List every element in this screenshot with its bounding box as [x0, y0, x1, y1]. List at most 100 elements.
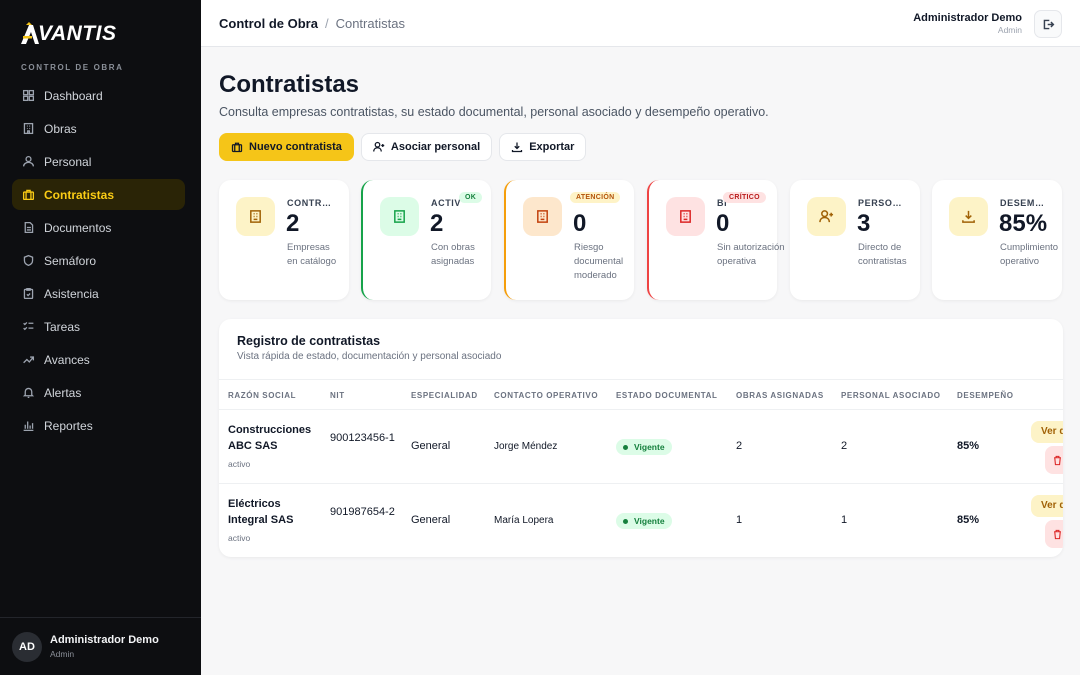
nit-value: 900123456-1 — [330, 432, 395, 444]
doc-state: Vigente — [616, 513, 672, 529]
sidebar-user-role: Admin — [50, 649, 75, 659]
company-name-text: Eléctricos Integral SAS — [228, 498, 294, 526]
nit-value: 901987654-2 — [330, 506, 395, 518]
user-plus-icon — [807, 197, 846, 236]
sidebar-item-tareas[interactable]: Tareas — [12, 311, 185, 342]
delete-button[interactable] — [1045, 520, 1063, 548]
contractors-table-panel: Registro de contratistas Vista rápida de… — [219, 319, 1063, 557]
stat-card-alertas: ATENCIÓN 0 Riesgo documental moderado — [504, 180, 634, 300]
building-icon — [21, 122, 35, 136]
sidebar-item-label: Reportes — [44, 418, 93, 433]
sidebar-item-asistencia[interactable]: Asistencia — [12, 278, 185, 309]
grid-icon — [21, 89, 35, 103]
breadcrumb-current: Contratistas — [335, 16, 405, 31]
sidebar-item-obras[interactable]: Obras — [12, 113, 185, 144]
status-badge: Vigente — [616, 513, 672, 529]
new-contractor-label: Nuevo contratista — [249, 141, 342, 153]
sidebar-item-contratistas[interactable]: Contratistas — [12, 179, 185, 210]
doc-state: Vigente — [616, 439, 672, 455]
stat-card-personal: PERSONAL 3 Directo de contratistas — [790, 180, 920, 300]
export-label: Exportar — [529, 141, 575, 153]
logout-icon — [1043, 19, 1054, 29]
specialty-value: General — [411, 440, 451, 452]
sidebar-nav: Dashboard Obras Personal Contratistas Do… — [12, 80, 185, 443]
staff-count: 2 — [841, 440, 848, 452]
sidebar-item-dashboard[interactable]: Dashboard — [12, 80, 185, 111]
status-badge: ATENCIÓN — [570, 192, 621, 203]
sidebar-item-label: Contratistas — [44, 187, 115, 202]
contact-value: Jorge Méndez — [494, 441, 558, 452]
sidebar-user[interactable]: AD Administrador Demo Admin — [0, 617, 201, 675]
view-detail-button[interactable]: Ver detalle — [1031, 495, 1063, 517]
stat-description: Cumplimiento operativo — [1000, 242, 1059, 267]
sidebar-item-label: Avances — [44, 352, 90, 367]
sidebar-item-label: Asistencia — [44, 286, 99, 301]
column-header[interactable]: RAZÓN SOCIAL — [228, 391, 296, 400]
sidebar-item-label: Obras — [44, 121, 77, 136]
column-header[interactable]: OBRAS ASIGNADAS — [736, 391, 824, 400]
specialty-value: General — [411, 514, 451, 526]
shield-icon — [21, 254, 35, 268]
sidebar-item-label: Documentos — [44, 220, 112, 235]
sidebar-item-reportes[interactable]: Reportes — [12, 410, 185, 441]
stat-value: 0 — [716, 210, 730, 237]
stat-description: Riesgo documental moderado — [574, 242, 624, 281]
breadcrumb-separator: / — [324, 16, 329, 31]
user-plus-icon — [373, 141, 385, 152]
download-icon — [949, 197, 988, 236]
sidebar-item-documentos[interactable]: Documentos — [12, 212, 185, 243]
new-contractor-button[interactable]: Nuevo contratista — [219, 133, 354, 161]
column-header[interactable]: CONTACTO OPERATIVO — [494, 391, 598, 400]
column-header[interactable]: NIT — [330, 391, 345, 400]
company-name: Eléctricos Integral SAS activo — [228, 496, 323, 546]
building-icon — [666, 197, 705, 236]
stat-description: Directo de contratistas — [858, 242, 907, 267]
avatar: AD — [12, 631, 42, 662]
sidebar-item-avances[interactable]: Avances — [12, 344, 185, 375]
company-status: activo — [228, 533, 251, 543]
contact-value: María Lopera — [494, 515, 554, 526]
bell-icon — [21, 386, 35, 400]
staff-count: 1 — [841, 514, 848, 526]
sidebar-item-alertas[interactable]: Alertas — [12, 377, 185, 408]
sidebar-item-semaforo[interactable]: Semáforo — [12, 245, 185, 276]
table-row[interactable]: Construcciones ABC SAS activo 900123456-… — [219, 410, 1063, 484]
table-row[interactable]: Eléctricos Integral SAS activo 901987654… — [219, 484, 1063, 557]
stat-description: Con obras asignadas — [431, 242, 475, 267]
doc-state-label: Vigente — [634, 442, 665, 452]
breadcrumb-root[interactable]: Control de Obra — [219, 16, 318, 31]
stat-description: Sin autorización operativa — [717, 242, 785, 267]
bar-chart-icon — [21, 419, 35, 433]
table-title: Registro de contratistas — [237, 334, 381, 348]
column-header[interactable]: PERSONAL ASOCIADO — [841, 391, 941, 400]
topbar-user-name: Administrador Demo — [913, 12, 1022, 24]
brand-logo[interactable]: VANTIS — [20, 22, 116, 46]
stat-value: 3 — [857, 210, 871, 237]
status-badge: CRÍTICO — [723, 192, 766, 203]
checklist-icon — [21, 320, 35, 334]
stat-cards: CONTRATISTAS 2 Empresas en catálogo ACTI… — [219, 180, 1080, 300]
company-status: activo — [228, 459, 251, 469]
performance-value: 85% — [957, 440, 980, 452]
export-button[interactable]: Exportar — [499, 133, 587, 161]
building-icon — [236, 197, 275, 236]
sidebar-item-personal[interactable]: Personal — [12, 146, 185, 177]
sidebar-user-name: Administrador Demo — [50, 634, 159, 646]
stat-label: ACTIVOS — [431, 198, 461, 208]
sidebar-item-label: Dashboard — [44, 88, 103, 103]
delete-button[interactable] — [1045, 446, 1063, 474]
topbar-user-role: Admin — [997, 25, 1022, 35]
column-header[interactable]: ESPECIALIDAD — [411, 391, 478, 400]
company-name: Construcciones ABC SAS activo — [228, 422, 323, 472]
sidebar-item-label: Personal — [44, 154, 92, 169]
stat-description: Empresas en catálogo — [287, 242, 337, 267]
building-icon — [380, 197, 419, 236]
stat-label: CONTRATISTAS — [287, 198, 332, 208]
company-name-text: Construcciones ABC SAS — [228, 424, 312, 452]
associate-staff-button[interactable]: Asociar personal — [360, 133, 493, 161]
column-header[interactable]: DESEMPEÑO — [957, 391, 1014, 400]
view-detail-button[interactable]: Ver detalle — [1031, 421, 1063, 443]
sidebar: VANTIS CONTROL DE OBRA Dashboard Obras P… — [0, 0, 201, 675]
logout-button[interactable] — [1034, 10, 1062, 38]
column-header[interactable]: ESTADO DOCUMENTAL — [616, 391, 717, 400]
